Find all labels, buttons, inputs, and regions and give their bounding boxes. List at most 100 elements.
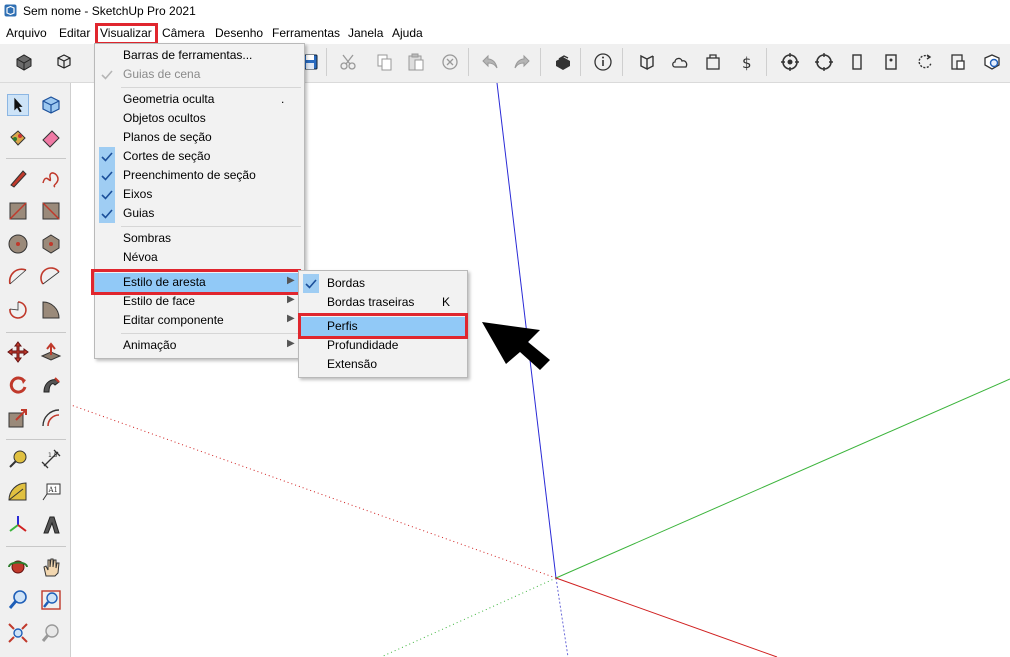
toolbar-separator (6, 332, 66, 333)
layout-icon[interactable] (948, 52, 968, 72)
toolbar-separator (468, 48, 469, 76)
print-icon[interactable] (553, 52, 573, 72)
cloud-icon[interactable] (670, 52, 690, 72)
axes-icon[interactable] (7, 514, 29, 536)
rectangle-icon[interactable] (7, 200, 29, 222)
green-axis (555, 378, 1010, 579)
visualizar-highlight-box (95, 23, 158, 45)
shortcut-label: . (281, 92, 285, 106)
toolbar-separator (540, 48, 541, 76)
svg-text:1.5: 1.5 (48, 452, 58, 459)
menu-item-section-fill[interactable]: Preenchimento de seção (95, 166, 304, 185)
follow-me-icon[interactable] (40, 374, 62, 396)
menu-item-hidden-objects[interactable]: Objetos ocultos (95, 109, 304, 128)
previous-view-icon[interactable] (40, 622, 62, 644)
paste-icon[interactable] (406, 52, 426, 72)
polygon-icon[interactable] (40, 233, 62, 255)
submenu-arrow-icon: ▶ (287, 313, 295, 324)
zoom-window-icon[interactable] (40, 589, 62, 611)
model-info-icon[interactable] (593, 52, 613, 72)
position-camera-icon[interactable] (780, 52, 800, 72)
rotate-icon[interactable] (7, 374, 29, 396)
pencil-icon[interactable] (7, 167, 29, 189)
check-icon (99, 166, 115, 185)
menu-item-component-edit[interactable]: Editar componente ▶ (95, 311, 304, 330)
menu-ajuda[interactable]: Ajuda (392, 26, 423, 40)
scale-icon[interactable] (7, 407, 29, 429)
menu-item-scene-tabs[interactable]: Guias de cena (95, 65, 304, 84)
toolbar-separator (6, 439, 66, 440)
orbit-icon[interactable] (915, 52, 935, 72)
group-icon[interactable] (54, 52, 74, 72)
rotated-rectangle-icon[interactable] (40, 200, 62, 222)
copy-icon[interactable] (374, 52, 394, 72)
circle-icon[interactable] (7, 233, 29, 255)
component-icon[interactable] (14, 52, 34, 72)
menu-item-animation[interactable]: Animação ▶ (95, 336, 304, 355)
menu-item-axes[interactable]: Eixos (95, 185, 304, 204)
text-icon[interactable]: A1 (40, 481, 62, 503)
protractor-icon[interactable] (7, 481, 29, 503)
erase-icon[interactable] (440, 52, 460, 72)
pie-icon[interactable] (40, 299, 62, 321)
three-point-arc-icon[interactable] (7, 299, 29, 321)
window-title: Sem nome - SketchUp Pro 2021 (23, 4, 196, 18)
arc-icon[interactable] (7, 266, 29, 288)
look-around-icon[interactable] (814, 52, 834, 72)
zoom-icon[interactable] (7, 589, 29, 611)
cut-icon[interactable] (338, 52, 358, 72)
redo-icon[interactable] (512, 52, 532, 72)
menu-item-edges[interactable]: Bordas (299, 274, 467, 293)
menu-editar[interactable]: Editar (59, 26, 90, 40)
menu-separator (121, 333, 301, 334)
undo-icon[interactable] (480, 52, 500, 72)
zoom-extents-icon[interactable] (982, 52, 1002, 72)
select-icon[interactable] (7, 94, 29, 116)
menu-desenho[interactable]: Desenho (215, 26, 263, 40)
menu-item-extension[interactable]: Extensão (299, 355, 467, 374)
tape-measure-icon[interactable] (7, 448, 29, 470)
menu-camera[interactable]: Câmera (162, 26, 205, 40)
push-pull-icon[interactable] (40, 341, 62, 363)
check-icon (99, 204, 115, 223)
dimension-icon[interactable]: 1.5 (40, 448, 62, 470)
menu-janela[interactable]: Janela (348, 26, 383, 40)
3d-text-icon[interactable] (40, 514, 62, 536)
offset-icon[interactable] (40, 407, 62, 429)
menu-item-section-planes[interactable]: Planos de seção (95, 128, 304, 147)
menu-separator (121, 226, 301, 227)
freehand-icon[interactable] (40, 167, 62, 189)
menu-item-back-edges[interactable]: Bordas traseiras K (299, 293, 467, 312)
blue-axis-negative (555, 577, 569, 657)
eraser-icon[interactable] (40, 127, 62, 149)
shortcut-label: K (442, 295, 451, 309)
toolbar-separator (6, 158, 66, 159)
menu-item-guides[interactable]: Guias (95, 204, 304, 223)
menu-arquivo[interactable]: Arquivo (6, 26, 47, 40)
toolbar-separator (622, 48, 623, 76)
walk-icon[interactable] (847, 52, 867, 72)
menu-item-fog[interactable]: Névoa (95, 248, 304, 267)
menu-item-hidden-geometry[interactable]: Geometria oculta . (95, 90, 304, 109)
menu-item-section-cuts[interactable]: Cortes de seção (95, 147, 304, 166)
view-menu-dropdown: Barras de ferramentas... Guias de cena G… (94, 43, 305, 359)
toolbar-separator (326, 48, 327, 76)
pan-icon[interactable] (40, 556, 62, 578)
two-point-arc-icon[interactable] (40, 266, 62, 288)
component-create-icon[interactable] (40, 94, 62, 116)
extension-warehouse-icon[interactable] (703, 52, 723, 72)
orbit-tool-icon[interactable] (7, 556, 29, 578)
3d-warehouse-icon[interactable] (637, 52, 657, 72)
menu-ferramentas[interactable]: Ferramentas (272, 26, 340, 40)
sketchup-logo-icon (4, 4, 17, 17)
extension-manager-icon[interactable]: $ (737, 52, 757, 72)
menu-item-toolbars[interactable]: Barras de ferramentas... (95, 46, 304, 65)
check-icon (99, 147, 115, 166)
menu-item-shadows[interactable]: Sombras (95, 229, 304, 248)
section-plane-icon[interactable] (881, 52, 901, 72)
paint-bucket-icon[interactable] (7, 127, 29, 149)
red-axis-negative (71, 404, 557, 579)
zoom-extents-tool-icon[interactable] (7, 622, 29, 644)
green-axis-negative (380, 577, 557, 657)
move-icon[interactable] (7, 341, 29, 363)
